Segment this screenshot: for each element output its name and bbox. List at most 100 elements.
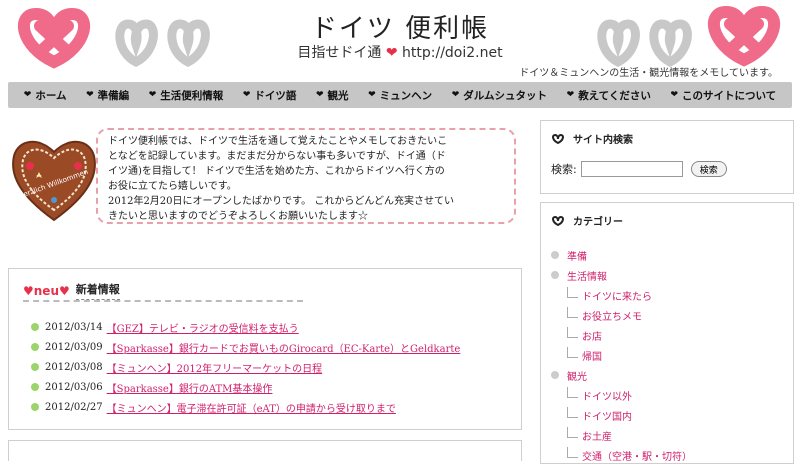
nav-item[interactable]: ❤ ドイツ語 xyxy=(243,88,297,103)
subcategory-link[interactable]: お店 xyxy=(582,328,602,343)
news-title: 新着情報 xyxy=(75,281,120,300)
news-item: 2012/03/08 【ミュンヘン】2012年フリーマーケットの日程 xyxy=(31,357,460,377)
intro-line: きたいと思いますのでどうぞよろしくお願いいたします☆ xyxy=(108,211,368,222)
nav-item-label: ホーム xyxy=(35,89,67,102)
category-link[interactable]: 準備 xyxy=(567,248,587,263)
category-item[interactable]: ドイツに来たら xyxy=(551,285,692,305)
nav-item-label: 教えてください xyxy=(578,89,651,102)
pretzel-bullet-icon xyxy=(552,215,564,226)
category-item[interactable]: 帰国 xyxy=(551,345,692,365)
subcategory-link[interactable]: お土産 xyxy=(582,428,612,443)
tree-branch xyxy=(567,286,578,298)
nav-item[interactable]: ❤ ミュンヘン xyxy=(368,88,432,103)
intro-line: 2012年2月20日にオープンしたばかりです。 これからどんどん充実させてい xyxy=(108,196,455,207)
category-item[interactable]: 観光 xyxy=(551,365,692,385)
tree-branch xyxy=(567,386,578,398)
news-item: 2012/03/14 【GEZ】テレビ・ラジオの受信料を支払う xyxy=(31,317,460,337)
intro-line: ドイツ便利帳では、ドイツで生活を通して覚えたことやメモしておきたいこ xyxy=(108,136,448,147)
nav-item[interactable]: ❤ 生活便利情報 xyxy=(149,88,224,103)
category-item[interactable]: 交通（空港・駅・切符） xyxy=(551,445,692,465)
category-item[interactable]: お土産 xyxy=(551,425,692,445)
news-date: 2012/03/08 xyxy=(45,361,103,373)
tree-branch xyxy=(567,406,578,418)
nav-item[interactable]: ❤ このサイトについて xyxy=(670,88,776,103)
nav-item-label: ダルムシュタット xyxy=(463,89,548,102)
news-item: 2012/03/06 【Sparkasse】銀行のATM基本操作 xyxy=(31,377,460,397)
nav-item-label: このサイトについて xyxy=(681,89,777,102)
heart-icon: ❤ xyxy=(368,90,376,100)
news-link[interactable]: 【ミュンヘン】電子滞在許可証（eAT）の申請から受け取りまで xyxy=(107,400,396,415)
intro-section: Herzlich Willkommen ドイツ便利帳では、ドイツで生活を通して覚… xyxy=(8,122,526,232)
category-box-header: カテゴリー xyxy=(551,213,623,228)
nav-item[interactable]: ❤ 観光 xyxy=(316,88,349,103)
subcategory-link[interactable]: ドイツ以外 xyxy=(582,388,632,403)
category-box-title: カテゴリー xyxy=(573,217,623,228)
bullet-dot xyxy=(551,371,559,379)
heart-icon: ❤ xyxy=(86,90,94,100)
category-link[interactable]: 観光 xyxy=(567,368,587,383)
site-description: ドイツ＆ミュンヘンの生活・観光情報をメモしています。 xyxy=(519,68,778,79)
intro-line: となどを記録しています。まだまだ分からない事も多いですが、ドイ通（ド xyxy=(108,151,446,162)
nav-item[interactable]: ❤ 教えてください xyxy=(567,88,651,103)
category-list: 準備生活情報ドイツに来たら お役立ちメモ お店帰国観光ドイツ以外ドイツ国内お土産交通… xyxy=(551,245,692,465)
heart-icon: ❤ xyxy=(385,45,398,61)
nav-item-label: ミュンヘン xyxy=(379,89,433,102)
heart-icon: ❤ xyxy=(23,90,32,100)
category-link[interactable]: 生活情報 xyxy=(567,268,607,283)
news-link[interactable]: 【Sparkasse】銀行カードでお買いものGirocard（EC-Karte）… xyxy=(107,340,461,355)
search-box-header: サイト内検索 xyxy=(551,131,633,146)
tree-branch xyxy=(567,326,578,338)
nav-item-label: 観光 xyxy=(327,89,349,102)
subcategory-link[interactable]: お役立ちメモ xyxy=(582,308,642,323)
nav-item[interactable]: ❤ ホーム xyxy=(24,88,67,103)
news-date: 2012/03/14 xyxy=(45,321,103,333)
nav-item-label: 生活便利情報 xyxy=(160,89,224,102)
news-date: 2012/03/09 xyxy=(45,341,103,353)
subcategory-link[interactable]: 帰国 xyxy=(582,348,602,363)
category-item[interactable]: 準備 xyxy=(551,245,692,265)
bullet-dot xyxy=(31,383,39,391)
news-item: 2012/03/09 【Sparkasse】銀行カードでお買いものGirocard… xyxy=(31,337,460,357)
pretzel-bullet-icon xyxy=(552,133,564,144)
site-title[interactable]: ドイツ 便利帳 xyxy=(0,8,800,45)
subcategory-link[interactable]: ドイツ国内 xyxy=(582,408,632,423)
news-link[interactable]: 【ミュンヘン】2012年フリーマーケットの日程 xyxy=(107,360,322,375)
subtitle-prefix: 目指せドイ通 xyxy=(297,45,382,61)
gingerbread-heart-icon: Herzlich Willkommen xyxy=(12,141,96,222)
search-box-title: サイト内検索 xyxy=(573,135,633,146)
news-link[interactable]: 【GEZ】テレビ・ラジオの受信料を支払う xyxy=(107,320,299,335)
heart-icon: ❤ xyxy=(242,90,251,100)
news-link[interactable]: 【Sparkasse】銀行のATM基本操作 xyxy=(107,380,273,395)
search-button[interactable]: 検索 xyxy=(690,161,727,177)
search-row: 検索: 検索 xyxy=(551,161,727,177)
site-url[interactable]: http://doi2.net xyxy=(402,45,503,61)
bullet-dot xyxy=(31,363,39,371)
main-nav: ❤ ホーム ❤ 準備編 ❤ 生活便利情報 ❤ ドイツ語 ❤ 観光 ❤ ミュンヘン ❤ ダルムシュタット ❤ 教… xyxy=(8,82,792,108)
heart-icon: ❤ xyxy=(315,90,324,100)
news-header: ♥neu♥ 新着情報 xyxy=(23,281,120,300)
nav-item[interactable]: ❤ 準備編 xyxy=(86,88,129,103)
category-item[interactable]: ドイツ以外 xyxy=(551,385,692,405)
nav-item-label: ドイツ語 xyxy=(254,89,297,102)
category-item[interactable]: 生活情報 xyxy=(551,265,692,285)
next-panel xyxy=(8,440,522,461)
search-input[interactable] xyxy=(580,161,683,177)
nav-item[interactable]: ❤ ダルムシュタット xyxy=(452,88,547,103)
category-item[interactable]: お役立ちメモ xyxy=(551,305,692,325)
news-panel: ♥neu♥ 新着情報 2012/03/14 【GEZ】テレビ・ラジオの受信料を支払… xyxy=(8,268,522,430)
intro-line: お役に立てたら嬉しいです。 xyxy=(108,181,237,192)
category-item[interactable]: ドイツ国内 xyxy=(551,405,692,425)
tree-branch xyxy=(567,446,578,458)
news-list: 2012/03/14 【GEZ】テレビ・ラジオの受信料を支払う 2012/03/09… xyxy=(31,317,460,417)
category-box: カテゴリー 準備生活情報ドイツに来たら お役立ちメモ お店帰国観光ドイツ以外ドイツ国… xyxy=(540,202,794,464)
search-label: 検索: xyxy=(551,163,577,176)
news-date: 2012/02/27 xyxy=(45,401,103,413)
news-divider xyxy=(23,300,303,302)
news-item: 2012/02/27 【ミュンヘン】電子滞在許可証（eAT）の申請から受け取りまで xyxy=(31,397,460,417)
news-date: 2012/03/06 xyxy=(45,381,103,393)
category-item[interactable]: お店 xyxy=(551,325,692,345)
subcategory-link[interactable]: ドイツに来たら xyxy=(582,288,652,303)
site-header: ドイツ 便利帳 目指せドイ通 ❤ http://doi2.net ドイツ＆ミュン… xyxy=(0,0,800,80)
tree-branch xyxy=(567,346,578,358)
sidebar: サイト内検索 検索: 検索 カテゴリー 準備生活情報ドイツに来たら お役立ちメモお… xyxy=(540,120,794,464)
